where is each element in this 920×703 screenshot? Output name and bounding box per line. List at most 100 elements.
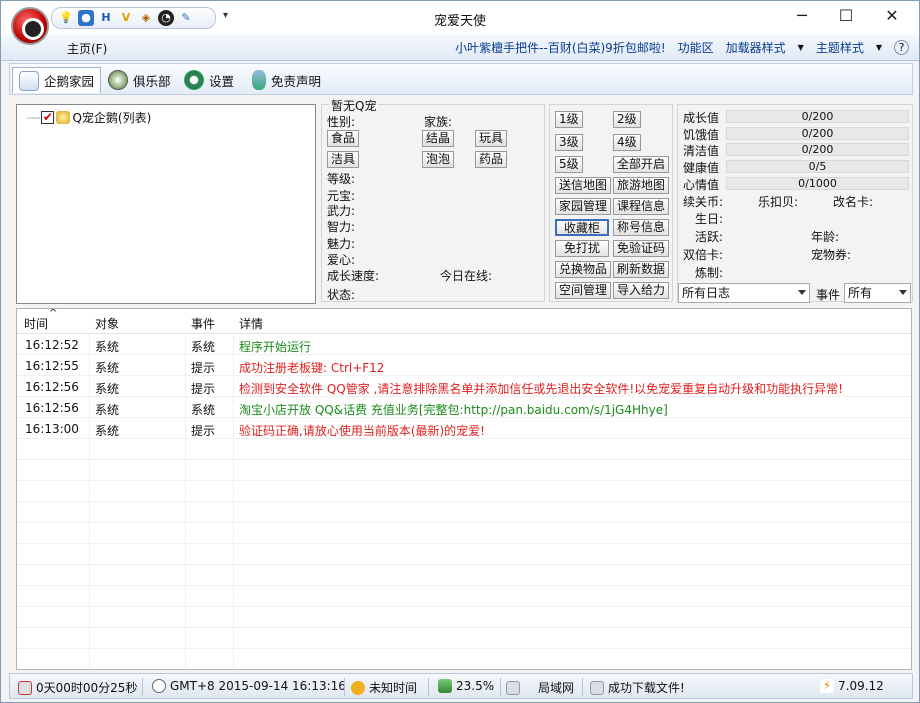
download-item: 成功下载文件! bbox=[590, 679, 685, 696]
level1-button[interactable]: 1级 bbox=[555, 111, 583, 128]
uptime-text: 0天00时00分25秒 bbox=[36, 681, 138, 695]
event-filter-select[interactable]: 所有 bbox=[844, 283, 911, 303]
toy-button[interactable]: 玩具 bbox=[475, 130, 508, 147]
level4-button[interactable]: 4级 bbox=[613, 134, 641, 151]
crystal-button[interactable]: 结晶 bbox=[422, 130, 455, 147]
smiley-icon bbox=[351, 680, 365, 695]
log-filter-select[interactable]: 所有日志 bbox=[678, 283, 810, 303]
promo-link[interactable]: 小叶紫檀手把件--百财(白菜)9折包邮啦! bbox=[455, 39, 665, 56]
table-row bbox=[17, 439, 911, 460]
table-row[interactable]: 16:12:56 系统 系统 淘宝小店开放 QQ&话费 充值业务[完整包:http:/… bbox=[17, 397, 911, 418]
menu-theme-style[interactable]: 主题样式 bbox=[816, 39, 864, 56]
space-mgmt-button[interactable]: 空间管理 bbox=[555, 282, 612, 299]
status-separator bbox=[500, 678, 501, 696]
status-separator bbox=[582, 678, 583, 696]
chevron-down-icon: ▼ bbox=[797, 43, 804, 52]
header-detail[interactable]: 详情 bbox=[239, 315, 263, 332]
table-row bbox=[17, 565, 911, 586]
online-today-label: 今日在线: bbox=[440, 269, 493, 283]
cell-detail: 成功注册老板键: Ctrl+F12 bbox=[239, 361, 385, 375]
medicine-button[interactable]: 药品 bbox=[475, 151, 508, 168]
clean-button[interactable]: 洁具 bbox=[327, 151, 360, 168]
cell-target: 系统 bbox=[95, 403, 120, 417]
cell-event: 提示 bbox=[191, 424, 216, 438]
close-button[interactable]: ✕ bbox=[869, 1, 915, 31]
exchange-button[interactable]: 兑换物品 bbox=[555, 261, 612, 278]
tab-label: 企鹅家园 bbox=[44, 74, 95, 89]
age-label: 年龄: bbox=[811, 230, 840, 244]
version-text: 7.09.12 bbox=[838, 679, 884, 693]
no-captcha-button[interactable]: 免验证码 bbox=[613, 240, 670, 257]
minimize-button[interactable]: ─ bbox=[779, 1, 825, 31]
course-info-button[interactable]: 课程信息 bbox=[613, 198, 670, 215]
maximize-button[interactable]: ☐ bbox=[823, 1, 869, 31]
tree-checkbox[interactable]: ✔ bbox=[41, 111, 55, 124]
header-target[interactable]: 对象 bbox=[95, 315, 119, 332]
table-row bbox=[17, 544, 911, 565]
lightning-icon: ⚡ bbox=[820, 679, 834, 693]
enable-all-button[interactable]: 全部开启 bbox=[613, 156, 670, 173]
gender-label: 性别: bbox=[327, 115, 356, 129]
level5-button[interactable]: 5级 bbox=[555, 156, 583, 173]
tab-disclaimer[interactable]: 免责声明 bbox=[246, 67, 327, 93]
version-item: ⚡ 7.09.12 bbox=[820, 679, 884, 693]
send-map-button[interactable]: 送信地图 bbox=[555, 177, 612, 194]
refresh-button[interactable]: 刷新数据 bbox=[613, 261, 670, 278]
level2-button[interactable]: 2级 bbox=[613, 111, 641, 128]
travel-map-button[interactable]: 旅游地图 bbox=[613, 177, 670, 194]
level3-button[interactable]: 3级 bbox=[555, 134, 583, 151]
cpu-icon bbox=[438, 679, 452, 693]
header-time[interactable]: 时间 bbox=[24, 315, 48, 332]
mood-label: 心情值 bbox=[683, 178, 720, 192]
clock-icon bbox=[152, 679, 166, 693]
tab-club[interactable]: 俱乐部 bbox=[102, 67, 177, 93]
sort-arrow-icon: ^ bbox=[49, 308, 58, 319]
cell-detail: 淘宝小店开放 QQ&话费 充值业务[完整包:http://pan.baidu.c… bbox=[239, 403, 668, 417]
log-table: 时间 ^ 对象 事件 详情 16:12:52 系统 系统 程序开始运行 16:12:55… bbox=[16, 308, 912, 670]
hunger-label: 饥饿值 bbox=[683, 128, 720, 142]
table-row[interactable]: 16:12:52 系统 系统 程序开始运行 bbox=[17, 334, 911, 355]
menu-home[interactable]: 主页(F) bbox=[67, 40, 107, 57]
title-info-button[interactable]: 称号信息 bbox=[613, 219, 670, 236]
no-disturb-button[interactable]: 免打扰 bbox=[555, 240, 609, 257]
bubble-button[interactable]: 泡泡 bbox=[422, 151, 455, 168]
app-logo[interactable] bbox=[11, 7, 49, 45]
cell-event: 提示 bbox=[191, 361, 216, 375]
tab-label: 设置 bbox=[209, 73, 235, 89]
stats-group: 成长值 0/200 饥饿值 0/200 清洁值 0/200 健康值 0/5 心情… bbox=[677, 104, 913, 303]
cell-time: 16:12:56 bbox=[25, 380, 79, 394]
table-row[interactable]: 16:13:00 系统 提示 验证码正确,请放心使用当前版本(最新)的宠爱! bbox=[17, 418, 911, 439]
header-event[interactable]: 事件 bbox=[191, 315, 215, 332]
tree-root[interactable]: ┄┄ ✔ Q宠企鹅(列表) bbox=[27, 109, 151, 126]
food-button[interactable]: 食品 bbox=[327, 130, 360, 147]
table-row bbox=[17, 523, 911, 544]
collection-button[interactable]: 收藏柜 bbox=[555, 219, 609, 236]
menu-bar: 主页(F) 小叶紫檀手把件--百财(白菜)9折包邮啦! 功能区 加载器样式 ▼ … bbox=[1, 34, 919, 61]
menu-function-area[interactable]: 功能区 bbox=[678, 39, 714, 56]
status-separator bbox=[142, 678, 143, 696]
network-text: 局域网 bbox=[538, 681, 575, 695]
cell-detail: 验证码正确,请放心使用当前版本(最新)的宠爱! bbox=[239, 424, 485, 438]
growth-speed-label: 成长速度: bbox=[327, 269, 380, 283]
unknown-time-item: 未知时间 bbox=[351, 679, 417, 696]
home-mgmt-button[interactable]: 家园管理 bbox=[555, 198, 612, 215]
tab-penguin-home[interactable]: 企鹅家园 bbox=[12, 67, 102, 93]
menu-loader-style[interactable]: 加载器样式 bbox=[726, 39, 786, 56]
table-row[interactable]: 16:12:55 系统 提示 成功注册老板键: Ctrl+F12 bbox=[17, 355, 911, 376]
compass-icon bbox=[108, 70, 128, 90]
coins-label: 续关币: bbox=[683, 195, 724, 209]
event-label: 事件 bbox=[816, 288, 841, 302]
cell-target: 系统 bbox=[95, 382, 120, 396]
event-filter-value: 所有 bbox=[848, 286, 873, 300]
table-row bbox=[17, 628, 911, 649]
download-text: 成功下载文件! bbox=[608, 681, 685, 695]
uptime-item: 0天00时00分25秒 bbox=[18, 679, 137, 696]
table-row[interactable]: 16:12:56 系统 提示 检测到安全软件 QQ管家 ,请注意排除黑名单并添加信任或… bbox=[17, 376, 911, 397]
gear-icon bbox=[184, 70, 204, 90]
mood-bar: 0/1000 bbox=[726, 177, 909, 190]
import-power-button[interactable]: 导入给力 bbox=[613, 282, 670, 299]
cpu-text: 23.5% bbox=[456, 679, 495, 693]
help-button[interactable]: ? bbox=[894, 40, 909, 55]
tab-settings[interactable]: 设置 bbox=[178, 67, 240, 93]
clock-item: GMT+8 2015-09-14 16:13:16 bbox=[152, 679, 346, 693]
